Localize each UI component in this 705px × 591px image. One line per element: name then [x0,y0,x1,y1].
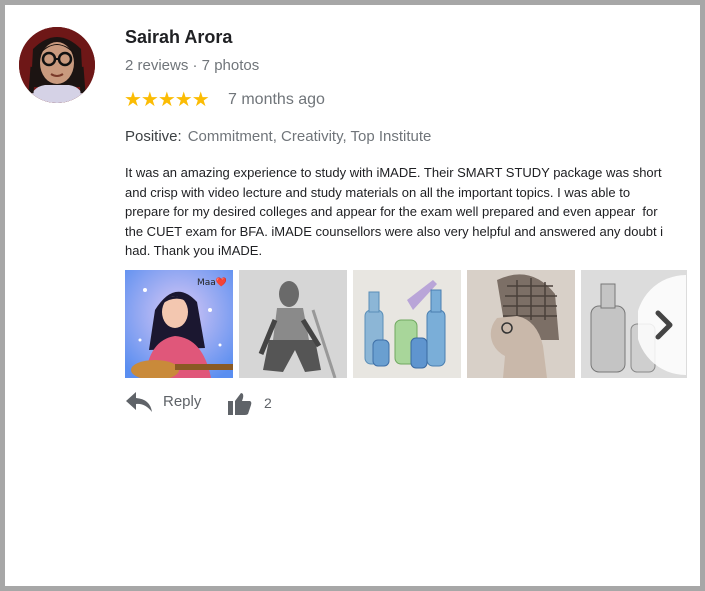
review-card: Sairah Arora 2 reviews · 7 photos ★★★★★ … [5,5,700,586]
reviewer-name[interactable]: Sairah Arora [125,27,232,48]
photo-bottles-watercolor[interactable] [353,270,461,378]
next-photo-button[interactable] [636,275,686,375]
review-time: 7 months ago [228,91,325,108]
photo-woman-profile-sketch[interactable] [467,270,575,378]
avatar[interactable] [19,27,95,103]
positive-values: Commitment, Creativity, Top Institute [187,128,432,145]
photo-caption: Maa❤️ [197,277,228,288]
photo-girl-guitar[interactable]: Maa❤️ [125,270,233,378]
reply-button[interactable]: Reply [163,393,201,410]
like-count: 2 [264,395,272,411]
star-rating: ★★★★★ [124,89,210,111]
positive-attributes: Positive: Commitment, Creativity, Top Ins… [125,128,431,145]
review-text: It was an amazing experience to study wi… [125,165,667,258]
photo-man-sketch[interactable] [239,270,347,378]
thumbs-up-icon[interactable] [227,391,253,417]
reply-icon[interactable] [125,391,153,413]
reviewer-meta: 2 reviews · 7 photos [125,57,260,74]
positive-label: Positive: [125,128,182,145]
photo-strip: Maa❤️ [125,270,687,378]
